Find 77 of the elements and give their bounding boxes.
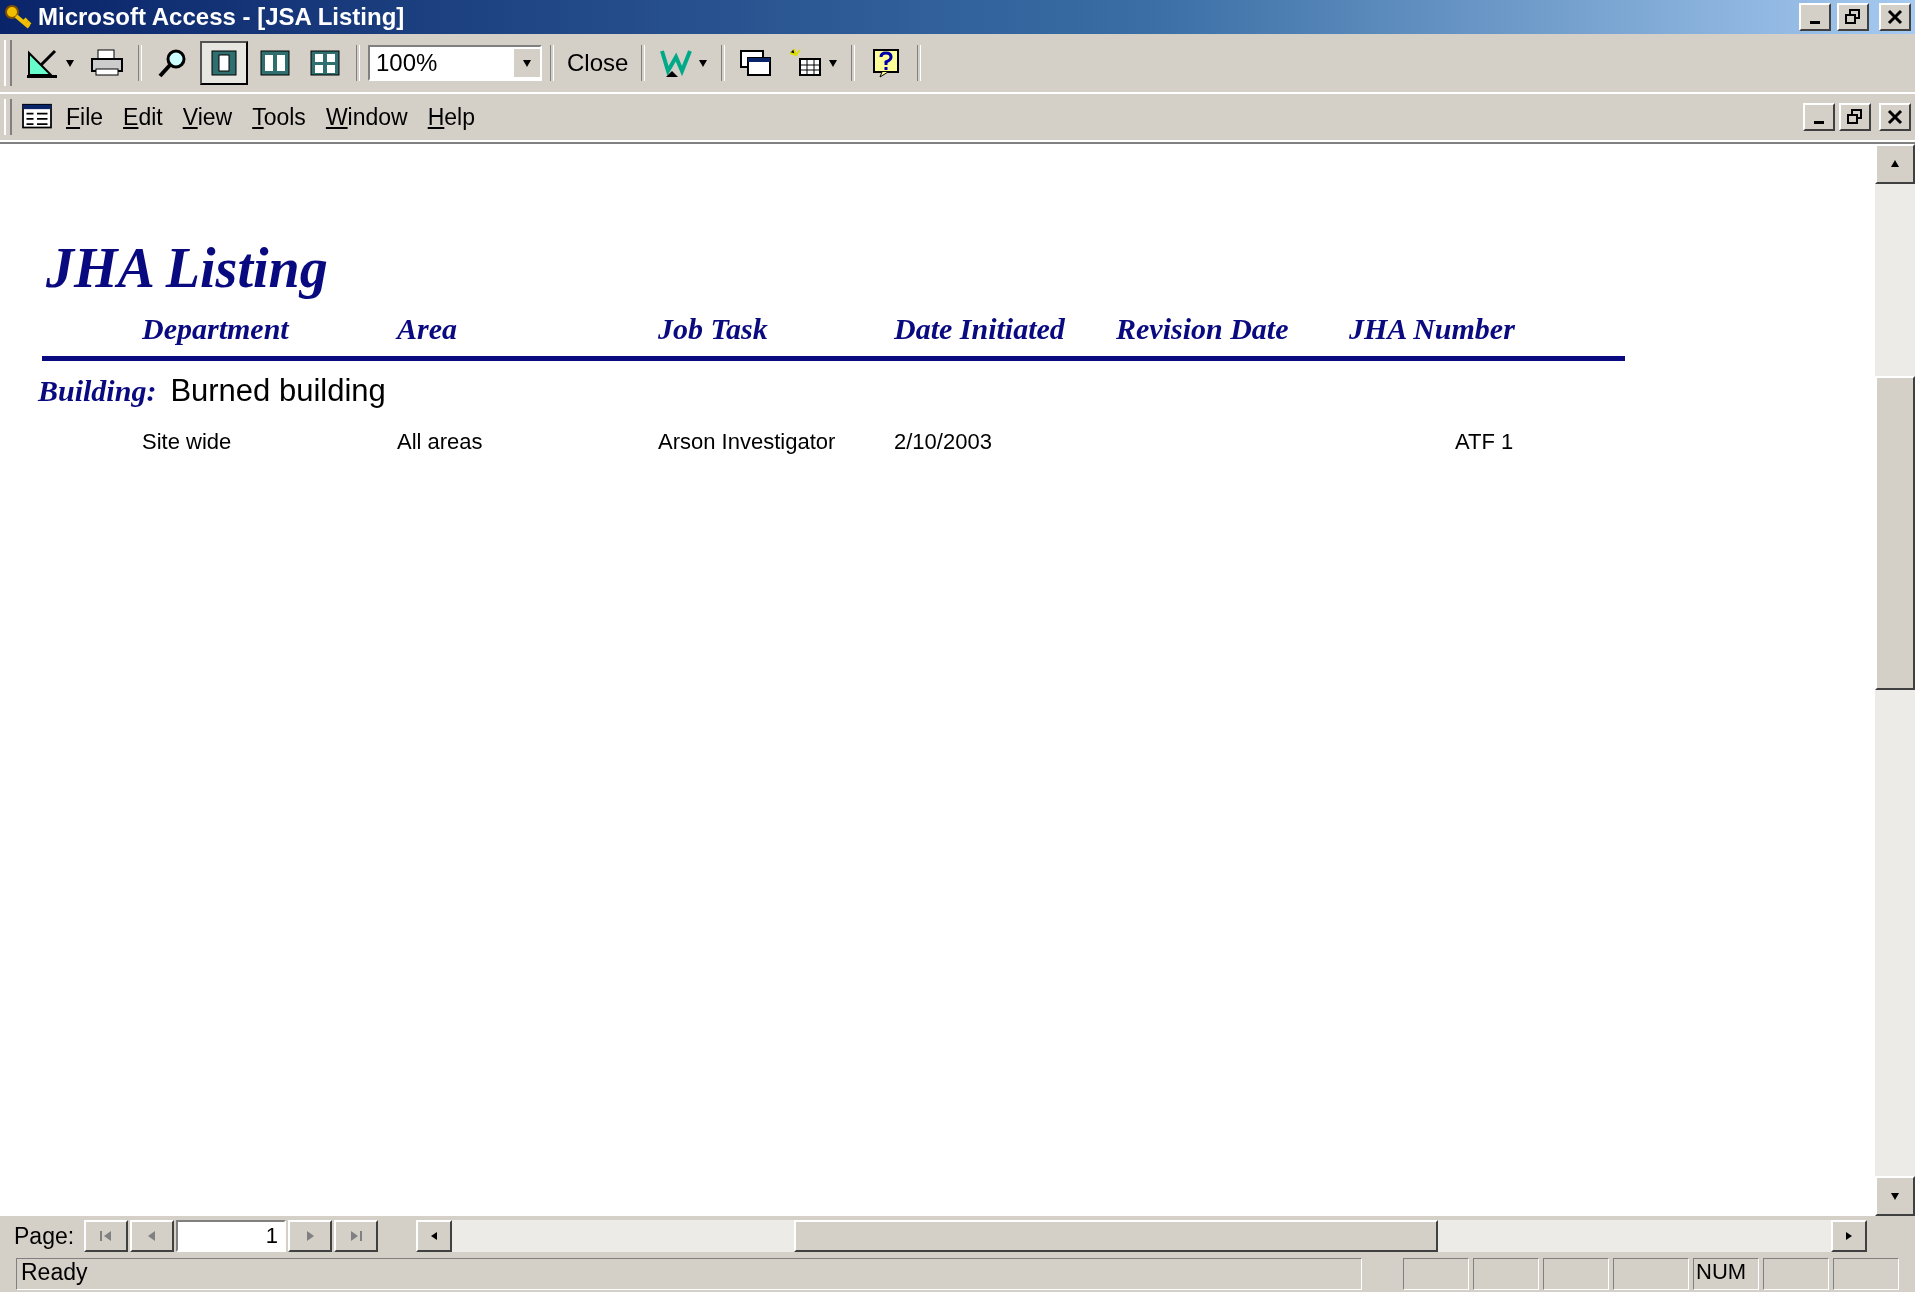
dropdown-arrow-icon bbox=[522, 58, 532, 68]
report-cell-text: Arson Investigator bbox=[658, 429, 837, 455]
status-panel bbox=[1473, 1258, 1539, 1290]
minimize-button[interactable] bbox=[1799, 3, 1831, 31]
menu-item[interactable]: Help bbox=[419, 103, 484, 131]
caret-icon bbox=[698, 58, 709, 68]
first-icon bbox=[99, 1230, 114, 1242]
menu-item[interactable]: View bbox=[174, 103, 241, 131]
column-header: Area bbox=[397, 312, 458, 346]
menu-item[interactable]: Edit bbox=[115, 103, 171, 131]
previous-page-button[interactable] bbox=[130, 1220, 175, 1252]
status-text: Ready bbox=[16, 1258, 1362, 1290]
horizontal-scrollbar[interactable] bbox=[416, 1220, 1867, 1252]
caret-icon bbox=[65, 58, 75, 68]
report-title: JHA Listing bbox=[46, 236, 329, 300]
menu-item[interactable]: Tools bbox=[244, 103, 314, 131]
report-cell-text: All areas bbox=[397, 429, 484, 455]
close-preview-button[interactable]: Close bbox=[562, 41, 634, 85]
scroll-thumb[interactable] bbox=[794, 1220, 1439, 1252]
two-pages-icon bbox=[257, 47, 293, 79]
column-header: Job Task bbox=[658, 312, 769, 346]
column-header: Department bbox=[142, 312, 291, 346]
restore-icon bbox=[1847, 109, 1863, 125]
word-w-icon bbox=[658, 47, 695, 79]
report-cell-text: ATF 1 bbox=[1454, 429, 1515, 455]
status-panel bbox=[1833, 1258, 1899, 1290]
scroll-up-button[interactable] bbox=[1875, 144, 1915, 184]
caret-icon bbox=[828, 58, 839, 68]
report-icon bbox=[20, 103, 54, 131]
toolbar-grip[interactable] bbox=[4, 39, 12, 87]
minimize-icon bbox=[1814, 120, 1824, 124]
column-header: Date Initiated bbox=[894, 312, 1066, 346]
next-page-button[interactable] bbox=[288, 1220, 333, 1252]
close-button[interactable] bbox=[1879, 3, 1911, 31]
status-panel bbox=[1543, 1258, 1609, 1290]
last-page-button[interactable] bbox=[334, 1220, 379, 1252]
vertical-scrollbar[interactable] bbox=[1875, 144, 1915, 1216]
close-icon bbox=[1887, 109, 1903, 125]
page-number-field[interactable]: 1 bbox=[176, 1220, 287, 1252]
scroll-right-button[interactable] bbox=[1831, 1220, 1867, 1252]
close-icon bbox=[1887, 9, 1903, 25]
zoom-combo[interactable]: 100% bbox=[368, 45, 542, 81]
close-button[interactable] bbox=[1879, 103, 1911, 131]
menu-item[interactable]: Window bbox=[317, 103, 416, 131]
scroll-thumb[interactable] bbox=[1875, 376, 1915, 690]
status-panel bbox=[1763, 1258, 1829, 1290]
restore-icon bbox=[1845, 9, 1861, 25]
next-icon bbox=[305, 1230, 316, 1242]
menu-item[interactable]: File bbox=[58, 103, 112, 131]
column-header: JHA Number bbox=[1349, 312, 1516, 346]
status-indicator: NUM bbox=[1693, 1258, 1759, 1290]
printer-icon bbox=[89, 47, 125, 79]
scroll-down-button[interactable] bbox=[1875, 1176, 1915, 1216]
group-label: Building: bbox=[38, 374, 157, 408]
down-arrow-icon bbox=[1890, 1191, 1900, 1201]
report-cell-text: 2/10/2003 bbox=[894, 429, 993, 455]
page-label: Page: bbox=[14, 1222, 75, 1250]
restore-button[interactable] bbox=[1839, 103, 1871, 131]
status-panel bbox=[1403, 1258, 1469, 1290]
left-arrow-icon bbox=[429, 1231, 440, 1241]
toolbar-grip[interactable] bbox=[4, 98, 12, 136]
minimize-icon bbox=[1810, 20, 1820, 24]
up-arrow-icon bbox=[1890, 159, 1900, 169]
right-arrow-icon bbox=[1844, 1231, 1854, 1241]
column-header: Revision Date bbox=[1116, 312, 1290, 346]
report-cell-text: Site wide bbox=[142, 429, 233, 455]
restore-button[interactable] bbox=[1837, 3, 1869, 31]
last-icon bbox=[349, 1230, 364, 1242]
minimize-button[interactable] bbox=[1803, 103, 1835, 131]
group-value: Burned building bbox=[170, 373, 386, 409]
first-page-button[interactable] bbox=[84, 1220, 129, 1252]
previous-icon bbox=[147, 1230, 158, 1242]
key-icon bbox=[4, 4, 32, 30]
window-title: Microsoft Access - [JSA Listing] bbox=[38, 3, 406, 31]
page-view-button[interactable] bbox=[200, 41, 248, 85]
scroll-left-button[interactable] bbox=[416, 1220, 453, 1252]
multiple-pages-icon bbox=[307, 47, 343, 79]
